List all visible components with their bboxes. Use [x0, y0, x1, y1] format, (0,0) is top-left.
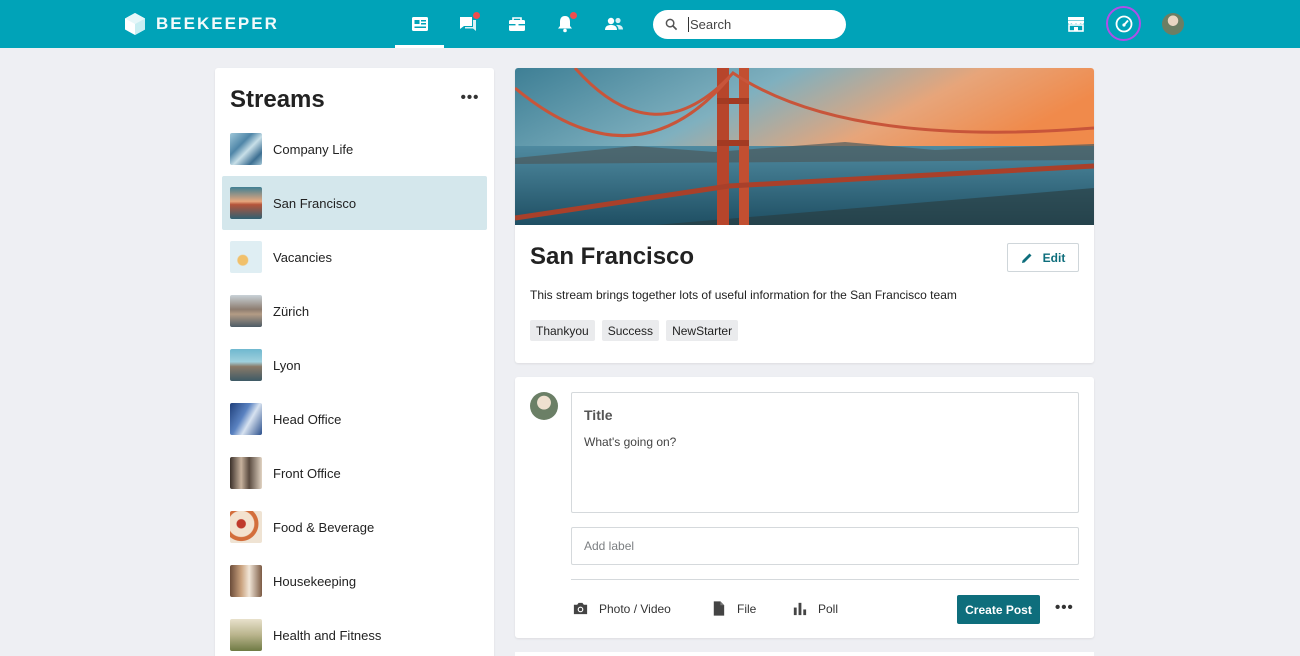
post-body-placeholder[interactable]: What's going on?	[584, 435, 676, 449]
nav-chats[interactable]	[453, 10, 483, 38]
nav-tools[interactable]	[502, 10, 532, 38]
nav-news-feed[interactable]	[405, 10, 435, 38]
composer-avatar	[530, 392, 558, 420]
nav-people[interactable]	[599, 10, 629, 38]
pencil-icon	[1021, 253, 1032, 263]
file-icon	[713, 601, 725, 616]
stream-item-lyon[interactable]: Lyon	[222, 338, 487, 392]
stream-thumbnail	[230, 349, 262, 381]
stream-thumbnail	[230, 619, 262, 651]
stream-tags: Thankyou Success NewStarter	[530, 320, 745, 341]
post-editor[interactable]: Title What's going on?	[571, 392, 1079, 513]
stream-thumbnail	[230, 187, 262, 219]
app-logo[interactable]: BEEKEEPER	[124, 12, 279, 36]
stream-item-san-francisco[interactable]: San Francisco	[222, 176, 487, 230]
stream-item-zurich[interactable]: Zürich	[222, 284, 487, 338]
post-composer: Title What's going on? Photo / Video Fil…	[515, 377, 1094, 638]
poll-button[interactable]: Poll	[791, 600, 838, 617]
stream-item-company-life[interactable]: Company Life	[222, 122, 487, 176]
poll-label: Poll	[818, 601, 839, 616]
stream-thumbnail	[230, 295, 262, 327]
stream-thumbnail	[230, 511, 262, 543]
tag-chip[interactable]: Thankyou	[530, 320, 595, 341]
create-post-button[interactable]: Create Post	[957, 595, 1040, 624]
people-icon	[605, 17, 623, 30]
stream-item-housekeeping[interactable]: Housekeeping	[222, 554, 487, 608]
stream-label: Food & Beverage	[273, 519, 375, 535]
stream-cover-image	[515, 68, 1094, 225]
edit-stream-button[interactable]: Edit	[1007, 243, 1079, 272]
stream-label: Zürich	[273, 303, 310, 319]
tag-chip[interactable]: Success	[601, 320, 660, 341]
stream-thumbnail	[230, 403, 262, 435]
tag-chip[interactable]: NewStarter	[666, 320, 739, 341]
news-feed-icon	[412, 17, 428, 31]
notifications-badge	[569, 11, 578, 20]
stream-item-vacancies[interactable]: Vacancies	[222, 230, 487, 284]
search-icon	[665, 18, 678, 31]
stream-item-food-beverage[interactable]: Food & Beverage	[222, 500, 487, 554]
stream-thumbnail	[230, 241, 262, 273]
stream-item-health-fitness[interactable]: Health and Fitness	[222, 608, 487, 656]
store-icon	[1068, 17, 1084, 32]
file-label: File	[737, 601, 757, 616]
stream-label: Front Office	[273, 465, 341, 481]
stream-title: San Francisco	[530, 243, 695, 270]
chat-badge	[472, 11, 481, 20]
stream-item-front-office[interactable]: Front Office	[222, 446, 487, 500]
edit-label: Edit	[1042, 250, 1066, 265]
sidebar-title: Streams	[230, 86, 325, 113]
speedometer-icon	[1115, 15, 1132, 32]
stream-header-card: San Francisco Edit This stream brings to…	[515, 68, 1094, 363]
beekeeper-logo-icon	[125, 13, 145, 35]
store-button[interactable]	[1061, 10, 1091, 38]
stream-label: San Francisco	[273, 195, 357, 211]
stream-thumbnail	[230, 565, 262, 597]
streams-sidebar: Streams ••• Company Life San Francisco V…	[215, 68, 494, 656]
photo-video-button[interactable]: Photo / Video	[572, 600, 671, 617]
composer-more-button[interactable]: •••	[1055, 599, 1074, 616]
search-bar[interactable]	[653, 10, 846, 39]
tools-icon	[509, 17, 525, 31]
post-title-placeholder[interactable]: Title	[584, 407, 613, 423]
stream-label: Head Office	[273, 411, 342, 427]
stream-label: Lyon	[273, 357, 301, 373]
stream-thumbnail	[230, 133, 262, 165]
stream-label: Housekeeping	[273, 573, 357, 589]
stream-label: Vacancies	[273, 249, 333, 265]
file-button[interactable]: File	[710, 600, 756, 617]
stream-description: This stream brings together lots of usef…	[530, 288, 957, 302]
top-bar: BEEKEEPER	[0, 0, 1300, 48]
composer-divider	[571, 579, 1079, 580]
nav-notifications[interactable]	[550, 10, 580, 38]
stream-label: Health and Fitness	[273, 627, 382, 643]
stream-thumbnail	[230, 457, 262, 489]
dashboard-button[interactable]	[1106, 6, 1141, 41]
add-label-input[interactable]	[571, 527, 1079, 565]
more-icon: •••	[460, 88, 480, 106]
photo-video-label: Photo / Video	[599, 601, 671, 616]
next-post-card	[515, 652, 1094, 656]
stream-label: Company Life	[273, 141, 354, 157]
user-avatar[interactable]	[1162, 13, 1184, 35]
app-name: BEEKEEPER	[156, 14, 279, 33]
poll-icon	[793, 602, 807, 616]
nav-active-indicator	[395, 45, 444, 48]
stream-item-head-office[interactable]: Head Office	[222, 392, 487, 446]
sidebar-more-button[interactable]: •••	[461, 88, 479, 106]
more-icon: •••	[1055, 599, 1074, 616]
camera-icon	[573, 602, 588, 615]
search-input[interactable]	[688, 17, 828, 32]
stream-list: Company Life San Francisco Vacancies Zür…	[222, 122, 487, 656]
